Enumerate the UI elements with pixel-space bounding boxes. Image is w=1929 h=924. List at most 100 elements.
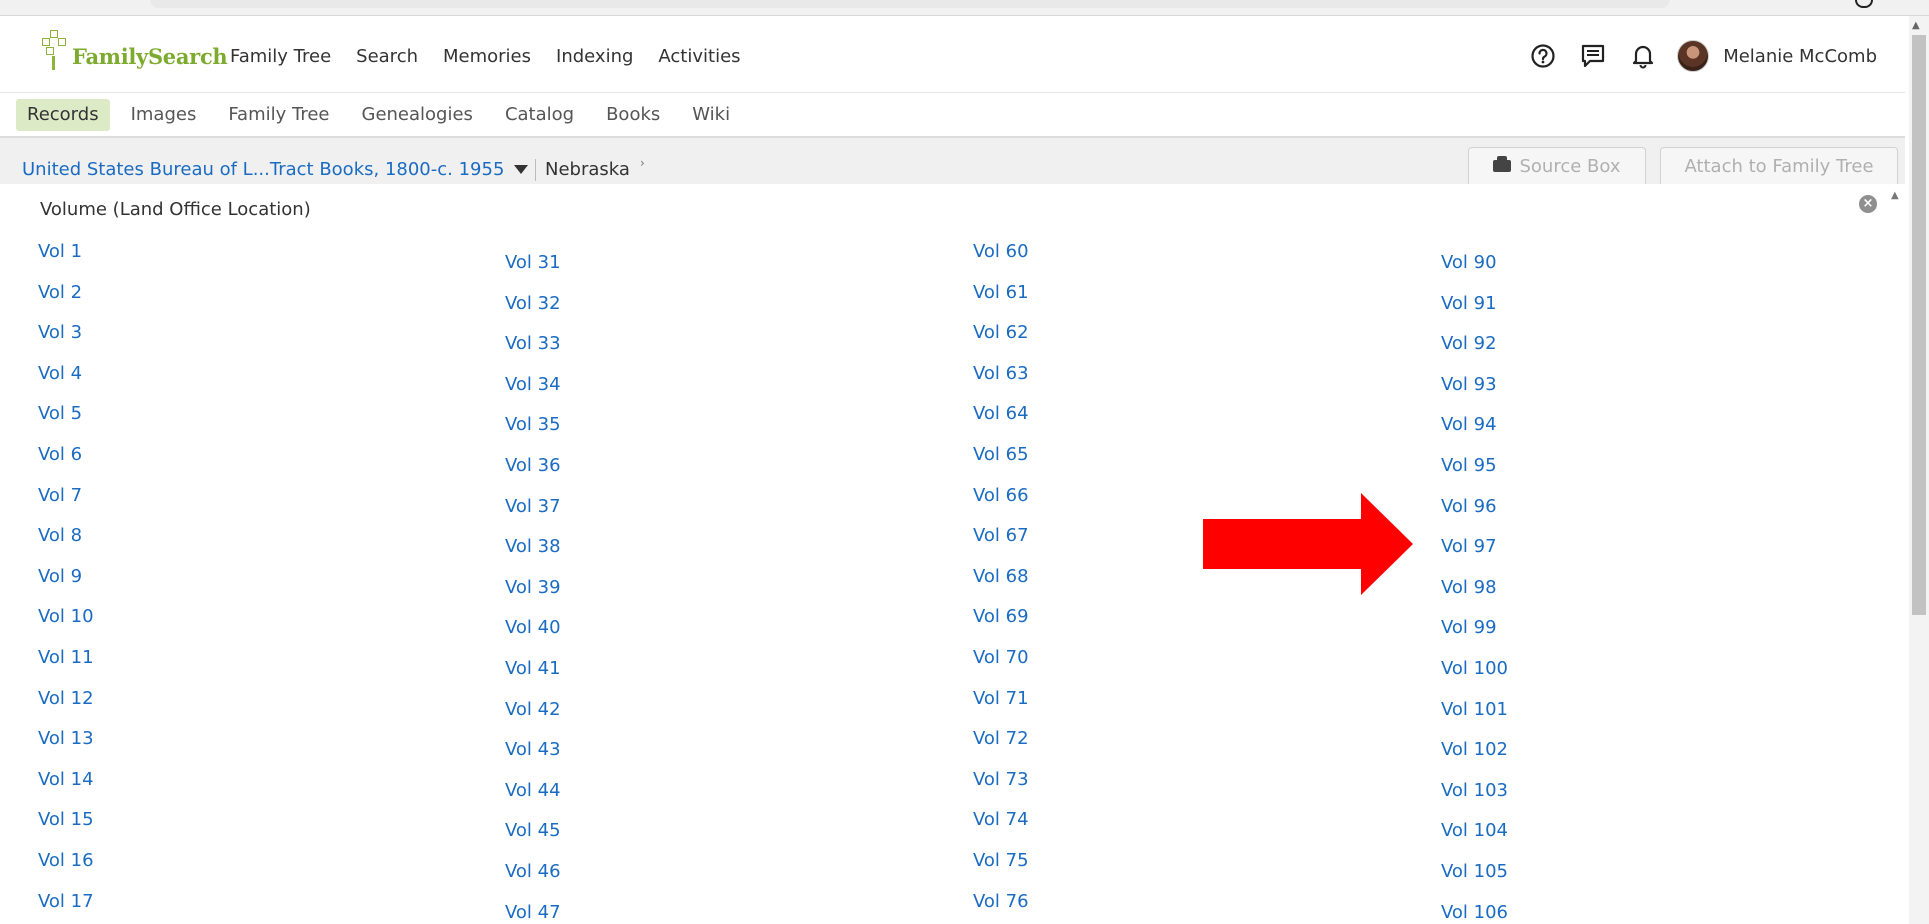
subnav-records[interactable]: Records <box>16 99 110 131</box>
volume-link[interactable]: Vol 76 <box>973 891 1029 912</box>
volume-link[interactable]: Vol 5 <box>38 403 82 424</box>
volume-link[interactable]: Vol 60 <box>973 241 1029 262</box>
volume-link[interactable]: Vol 45 <box>505 820 561 841</box>
subnav-catalog[interactable]: Catalog <box>494 99 585 131</box>
volume-link[interactable]: Vol 43 <box>505 739 561 760</box>
attach-to-tree-button[interactable]: Attach to Family Tree <box>1660 147 1898 184</box>
volume-link[interactable]: Vol 14 <box>38 769 94 790</box>
volume-link[interactable]: Vol 75 <box>973 850 1029 871</box>
volume-link[interactable]: Vol 63 <box>973 363 1029 384</box>
volume-link[interactable]: Vol 93 <box>1441 374 1497 395</box>
volume-link[interactable]: Vol 42 <box>505 699 561 720</box>
volume-link[interactable]: Vol 68 <box>973 566 1029 587</box>
nav-activities[interactable]: Activities <box>658 46 740 67</box>
volume-link[interactable]: Vol 105 <box>1441 861 1508 882</box>
volume-link[interactable]: Vol 38 <box>505 536 561 557</box>
volume-link[interactable]: Vol 96 <box>1441 496 1497 517</box>
volume-link[interactable]: Vol 1 <box>38 241 82 262</box>
volume-link[interactable]: Vol 103 <box>1441 780 1508 801</box>
volume-link[interactable]: Vol 66 <box>973 485 1029 506</box>
volume-link[interactable]: Vol 104 <box>1441 820 1508 841</box>
top-navigation: FamilySearch Family Tree Search Memories… <box>0 16 1905 93</box>
subnav-wiki[interactable]: Wiki <box>681 99 741 131</box>
volume-link[interactable]: Vol 73 <box>973 769 1029 790</box>
volume-link[interactable]: Vol 67 <box>973 525 1029 546</box>
volume-link[interactable]: Vol 71 <box>973 688 1029 709</box>
volume-link[interactable]: Vol 10 <box>38 606 94 627</box>
volume-link[interactable]: Vol 41 <box>505 658 561 679</box>
volume-link[interactable]: Vol 39 <box>505 577 561 598</box>
volume-link[interactable]: Vol 13 <box>38 728 94 749</box>
volume-link[interactable]: Vol 36 <box>505 455 561 476</box>
help-icon[interactable] <box>1529 42 1557 70</box>
volume-link[interactable]: Vol 16 <box>38 850 94 871</box>
volume-link[interactable]: Vol 37 <box>505 496 561 517</box>
source-box-button[interactable]: Source Box <box>1468 147 1646 184</box>
address-bar[interactable] <box>150 0 1670 8</box>
volume-link[interactable]: Vol 12 <box>38 688 94 709</box>
volume-link[interactable]: Vol 92 <box>1441 333 1497 354</box>
volume-link[interactable]: Vol 3 <box>38 322 82 343</box>
nav-memories[interactable]: Memories <box>443 46 531 67</box>
volume-link[interactable]: Vol 32 <box>505 293 561 314</box>
volume-link[interactable]: Vol 95 <box>1441 455 1497 476</box>
volume-link[interactable]: Vol 100 <box>1441 658 1508 679</box>
volume-link[interactable]: Vol 69 <box>973 606 1029 627</box>
volume-link[interactable]: Vol 74 <box>973 809 1029 830</box>
familysearch-logo[interactable]: FamilySearch <box>40 30 228 70</box>
avatar[interactable] <box>1677 40 1710 72</box>
volume-link[interactable]: Vol 35 <box>505 414 561 435</box>
scrollbar-thumb[interactable] <box>1912 35 1926 615</box>
volume-link[interactable]: Vol 46 <box>505 861 561 882</box>
messages-icon[interactable] <box>1579 42 1607 70</box>
volume-link[interactable]: Vol 6 <box>38 444 82 465</box>
nav-indexing[interactable]: Indexing <box>556 46 633 67</box>
nav-search[interactable]: Search <box>356 46 418 67</box>
volume-link[interactable]: Vol 17 <box>38 891 94 912</box>
breadcrumb-collection[interactable]: United States Bureau of L...Tract Books,… <box>22 159 504 180</box>
subnav-family-tree[interactable]: Family Tree <box>217 99 340 131</box>
nav-family-tree[interactable]: Family Tree <box>230 46 331 67</box>
volume-link[interactable]: Vol 62 <box>973 322 1029 343</box>
volume-link[interactable]: Vol 102 <box>1441 739 1508 760</box>
panel-title: Volume (Land Office Location) <box>40 199 311 220</box>
extension-icon[interactable] <box>1855 0 1873 8</box>
volume-link[interactable]: Vol 70 <box>973 647 1029 668</box>
subnav-genealogies[interactable]: Genealogies <box>351 99 484 131</box>
notifications-icon[interactable] <box>1629 42 1657 70</box>
volume-link[interactable]: Vol 47 <box>505 902 561 923</box>
volume-link[interactable]: Vol 98 <box>1441 577 1497 598</box>
volume-link[interactable]: Vol 101 <box>1441 699 1508 720</box>
volume-link[interactable]: Vol 61 <box>973 282 1029 303</box>
volume-link[interactable]: Vol 15 <box>38 809 94 830</box>
volume-link[interactable]: Vol 9 <box>38 566 82 587</box>
volume-link[interactable]: Vol 106 <box>1441 902 1508 923</box>
user-area: Melanie McComb <box>1507 40 1877 72</box>
panel-scroll-up-icon[interactable]: ▲ <box>1891 190 1899 201</box>
breadcrumb-current[interactable]: Nebraska <box>545 159 630 180</box>
user-name[interactable]: Melanie McComb <box>1723 46 1877 67</box>
volume-link[interactable]: Vol 97 <box>1441 536 1497 557</box>
volume-link[interactable]: Vol 4 <box>38 363 82 384</box>
volume-link[interactable]: Vol 2 <box>38 282 82 303</box>
volume-link[interactable]: Vol 99 <box>1441 617 1497 638</box>
subnav-books[interactable]: Books <box>595 99 671 131</box>
volume-link[interactable]: Vol 44 <box>505 780 561 801</box>
volume-link[interactable]: Vol 8 <box>38 525 82 546</box>
subnav-images[interactable]: Images <box>120 99 208 131</box>
volume-link[interactable]: Vol 90 <box>1441 252 1497 273</box>
close-icon[interactable]: × <box>1859 195 1877 213</box>
volume-link[interactable]: Vol 31 <box>505 252 561 273</box>
volume-link[interactable]: Vol 72 <box>973 728 1029 749</box>
volume-link[interactable]: Vol 91 <box>1441 293 1497 314</box>
chevron-down-icon[interactable] <box>514 165 528 174</box>
volume-link[interactable]: Vol 64 <box>973 403 1029 424</box>
volume-link[interactable]: Vol 11 <box>38 647 94 668</box>
volume-link[interactable]: Vol 7 <box>38 485 82 506</box>
volume-link[interactable]: Vol 34 <box>505 374 561 395</box>
volume-link[interactable]: Vol 94 <box>1441 414 1497 435</box>
volume-link[interactable]: Vol 33 <box>505 333 561 354</box>
scroll-up-icon[interactable]: ▲ <box>1912 20 1920 31</box>
volume-link[interactable]: Vol 65 <box>973 444 1029 465</box>
volume-link[interactable]: Vol 40 <box>505 617 561 638</box>
